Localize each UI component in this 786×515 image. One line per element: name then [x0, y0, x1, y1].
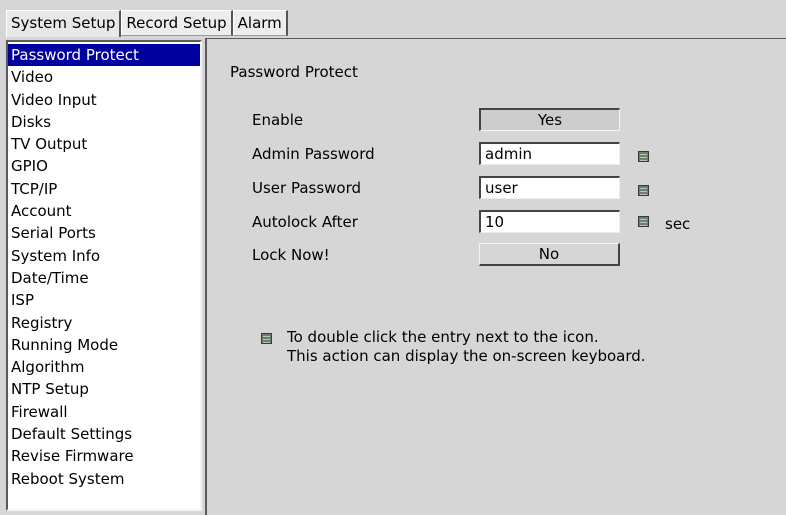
sidebar-item-gpio[interactable]: GPIO [8, 155, 200, 177]
enable-label: Enable [252, 111, 304, 129]
sidebar-item-video[interactable]: Video [8, 66, 200, 88]
sidebar-item-disks[interactable]: Disks [8, 111, 200, 133]
admin-password-field[interactable]: admin [479, 142, 620, 165]
keyboard-icon[interactable] [638, 185, 649, 196]
keyboard-icon[interactable] [638, 216, 649, 227]
sidebar-item-ntp-setup[interactable]: NTP Setup [8, 378, 200, 400]
tab-alarm[interactable]: Alarm [232, 10, 288, 36]
sidebar-item-serial-ports[interactable]: Serial Ports [8, 222, 200, 244]
sidebar-item-running-mode[interactable]: Running Mode [8, 334, 200, 356]
settings-panel: Password Protect Enable Yes Admin Passwo… [205, 38, 786, 515]
hint-text: To double click the entry next to the ic… [287, 328, 646, 366]
hint-line-2: This action can display the on-screen ke… [287, 347, 646, 365]
user-password-label: User Password [252, 179, 362, 197]
sidebar-item-password-protect[interactable]: Password Protect [8, 44, 200, 67]
lock-now-button[interactable]: No [479, 243, 620, 266]
user-password-field[interactable]: user [479, 176, 620, 199]
tab-bar: System Setup Record Setup Alarm [6, 10, 288, 37]
sidebar-item-revise-firmware[interactable]: Revise Firmware [8, 445, 200, 467]
sidebar-item-tcp-ip[interactable]: TCP/IP [8, 178, 200, 200]
autolock-label: Autolock After [252, 213, 358, 231]
keyboard-icon[interactable] [638, 151, 649, 162]
sidebar-item-registry[interactable]: Registry [8, 312, 200, 334]
sidebar-item-reboot-system[interactable]: Reboot System [8, 468, 200, 490]
sidebar: Password Protect Video Video Input Disks TV … [6, 40, 202, 511]
sidebar-item-account[interactable]: Account [8, 200, 200, 222]
sidebar-item-algorithm[interactable]: Algorithm [8, 356, 200, 378]
panel-title: Password Protect [230, 63, 358, 81]
tab-system-setup[interactable]: System Setup [6, 10, 122, 37]
sidebar-item-isp[interactable]: ISP [8, 289, 200, 311]
admin-password-label: Admin Password [252, 145, 375, 163]
sidebar-list: Password Protect Video Video Input Disks TV … [8, 42, 200, 490]
enable-toggle-button[interactable]: Yes [479, 108, 620, 131]
hint-line-1: To double click the entry next to the ic… [287, 328, 599, 346]
sidebar-item-system-info[interactable]: System Info [8, 245, 200, 267]
lock-now-label: Lock Now! [252, 246, 330, 264]
sidebar-item-date-time[interactable]: Date/Time [8, 267, 200, 289]
autolock-field[interactable]: 10 [479, 210, 620, 233]
tab-record-setup[interactable]: Record Setup [121, 10, 233, 36]
sidebar-item-tv-output[interactable]: TV Output [8, 133, 200, 155]
autolock-unit: sec [665, 215, 691, 233]
sidebar-item-firewall[interactable]: Firewall [8, 401, 200, 423]
sidebar-item-video-input[interactable]: Video Input [8, 89, 200, 111]
sidebar-item-default-settings[interactable]: Default Settings [8, 423, 200, 445]
keyboard-icon [261, 333, 272, 344]
